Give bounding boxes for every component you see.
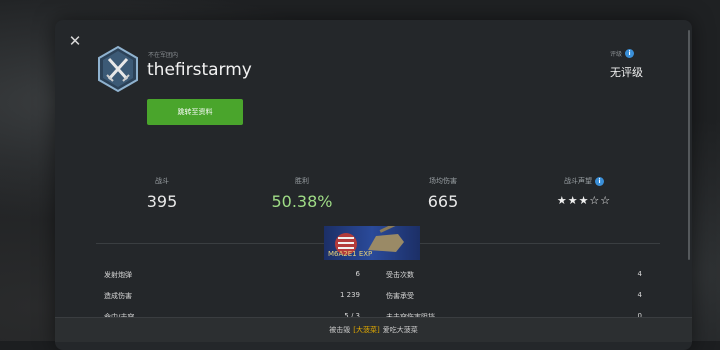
close-button[interactable]: ✕ [67,33,83,49]
killer-clan-tag: [大菠菜] [353,326,380,334]
stat-label: 战斗 [155,177,169,185]
stat-label: 场均伤害 [429,177,457,185]
detail-value: 1 239 [339,291,360,299]
detail-label: 发射炮弹 [104,271,132,279]
close-icon: ✕ [68,32,82,50]
stat-label: 胜利 [295,177,309,185]
scrollbar[interactable] [688,30,690,260]
detail-value: 4 [637,291,642,299]
destroyed-by-label: 被击毁 [329,326,351,334]
detail-value: 4 [637,270,642,278]
rating-label-text: 评级 [610,51,623,58]
reputation-stars: ★★★☆☆ [556,194,612,207]
detail-label: 受击次数 [386,271,414,279]
clan-status: 不在军团内 [148,52,179,59]
destroyed-by-footer: 被击毁 [大菠菜] 爱吃大菠菜 [55,317,692,342]
stat-label-row: 战斗声望 i [524,176,644,186]
rating-value: 无评级 [610,66,643,79]
stat-value: 50.38% [271,192,333,211]
stat-label: 战斗声望 [564,177,592,185]
vehicle-badge: M6A2E1 EXP [324,219,420,260]
stat-value: 395 [146,192,178,211]
killer-name[interactable]: 爱吃大菠菜 [383,325,418,335]
stat-reputation: 战斗声望 i ★★★☆☆ [524,176,644,207]
crossed-swords-emblem-icon [98,45,138,93]
info-icon[interactable]: i [625,49,635,58]
detail-label: 伤害承受 [386,292,414,300]
detail-label: 造成伤害 [104,292,132,300]
info-icon[interactable]: i [595,176,604,186]
stat-battles: 战斗 395 [102,176,222,211]
stat-value: 665 [427,192,459,211]
stat-avg-damage: 场均伤害 665 [383,176,503,211]
stat-win-rate: 胜利 50.38% [242,176,362,211]
go-to-profile-button[interactable]: 跳转至资料 [147,99,243,125]
badge-vehicle-name: M6A2E1 EXP [328,250,373,258]
detail-value: 6 [355,270,360,278]
rating-label: 评级 i [610,49,635,58]
player-name: thefirstarmy [147,60,252,80]
